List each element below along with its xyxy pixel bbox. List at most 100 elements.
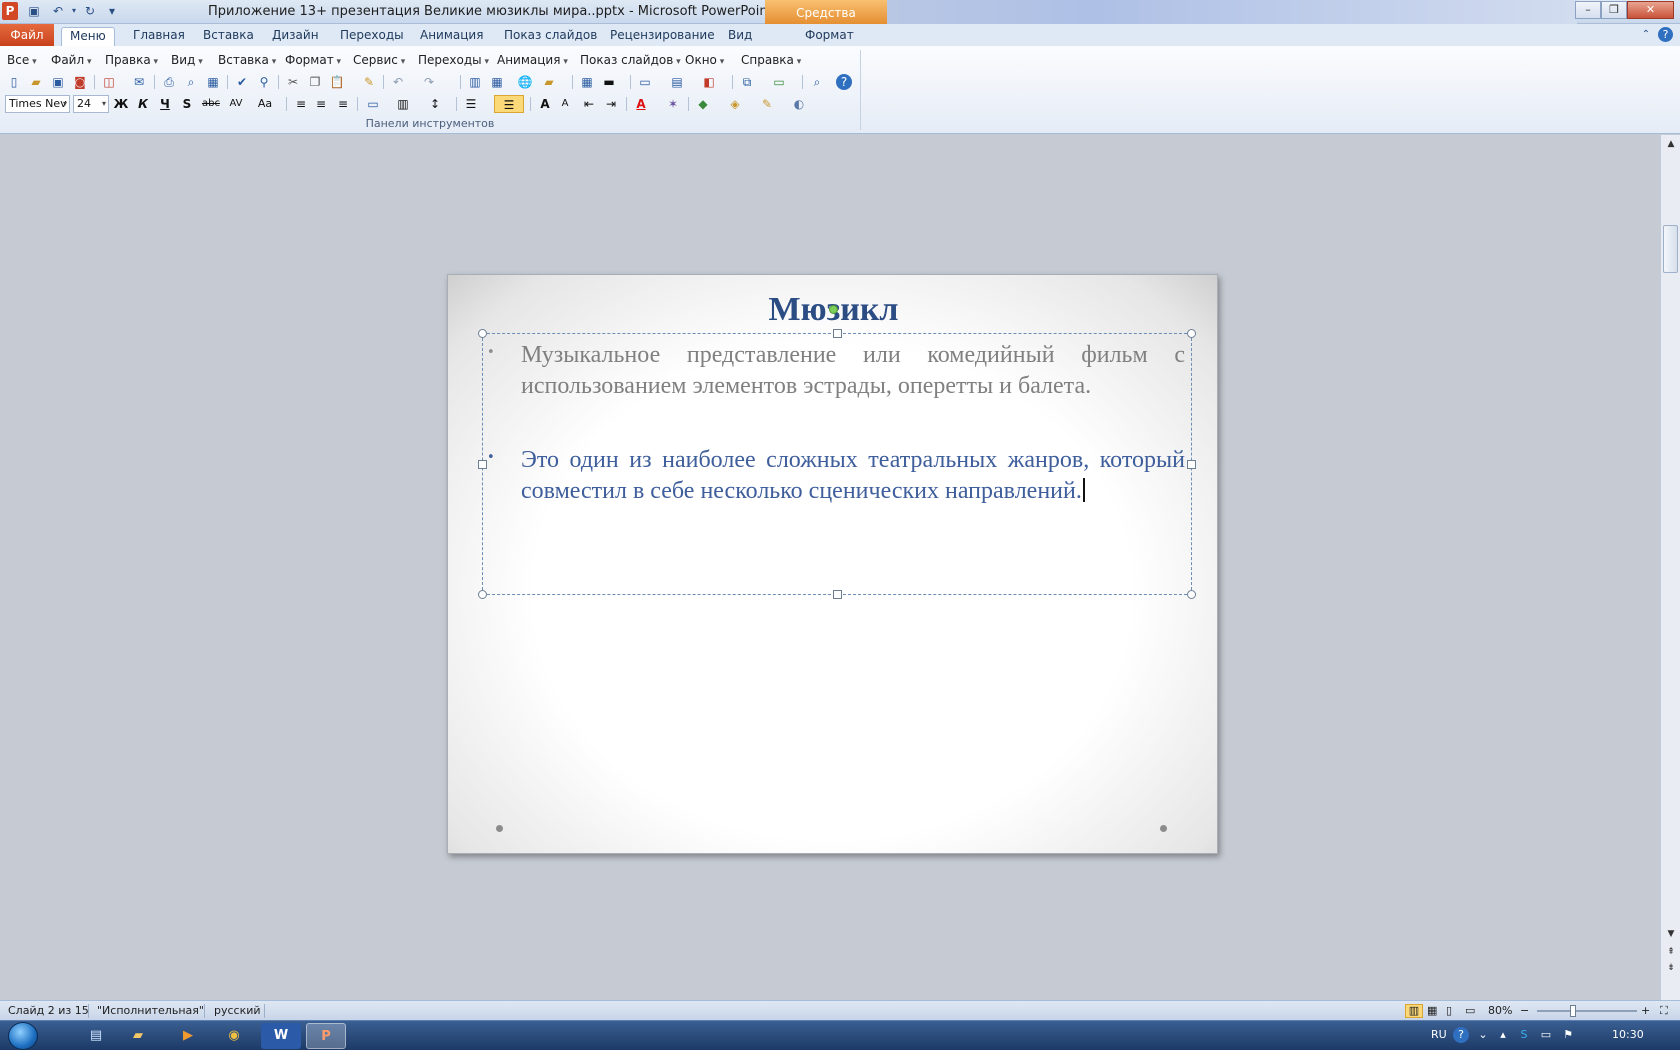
bullet-paragraph-1[interactable]: Музыкальное представление или комедийный… xyxy=(521,340,1185,402)
bullet-paragraph-2[interactable]: Это один из наиболее сложных театральных… xyxy=(521,445,1185,507)
print-icon[interactable]: ⎙ xyxy=(160,73,178,91)
menu-edit[interactable]: Правка xyxy=(105,50,158,72)
text-effects-icon[interactable]: ✶ xyxy=(664,95,682,113)
slide-layout-icon[interactable]: ▭ xyxy=(636,73,654,91)
new-file-icon[interactable]: ▯ xyxy=(5,73,23,91)
tab-animation[interactable]: Анимация xyxy=(412,27,491,46)
help-tray-icon[interactable]: ? xyxy=(1453,1027,1469,1043)
cut-icon[interactable]: ✂ xyxy=(284,73,302,91)
word-taskbar-icon[interactable]: W xyxy=(261,1023,301,1049)
new-slide-icon[interactable]: ⧉ xyxy=(738,73,756,91)
undo-icon[interactable]: ↶ xyxy=(50,3,66,19)
network-tray-icon[interactable]: ▭ xyxy=(1538,1027,1554,1043)
redo-icon[interactable]: ↻ xyxy=(82,3,98,19)
table-view-icon[interactable]: ▦ xyxy=(204,73,222,91)
menu-tools[interactable]: Сервис xyxy=(353,50,405,72)
vertical-scrollbar[interactable]: ▲ ▼ ⇞ ⇟ xyxy=(1660,135,1680,1000)
scrollbar-thumb[interactable] xyxy=(1663,225,1678,273)
copy-icon[interactable]: ❐ xyxy=(306,73,324,91)
save-icon[interactable]: ▣ xyxy=(26,3,42,19)
menu-slide-show[interactable]: Показ слайдов xyxy=(580,50,681,72)
hyperlink-icon[interactable]: 🌐 xyxy=(516,73,534,91)
character-spacing-button[interactable]: AV xyxy=(225,95,247,113)
change-case-button[interactable]: Aa xyxy=(254,95,276,113)
resize-handle-bottom-left[interactable] xyxy=(478,590,487,599)
shape-fill-icon[interactable]: ◈ xyxy=(726,95,744,113)
action-center-flag-icon[interactable]: ⚑ xyxy=(1560,1027,1576,1043)
clock[interactable]: 10:30 xyxy=(1612,1028,1644,1041)
bold-button[interactable]: Ж xyxy=(112,95,130,113)
tab-slide-show[interactable]: Показ слайдов xyxy=(496,27,605,46)
resize-handle-top[interactable] xyxy=(833,329,842,338)
print-preview-icon[interactable]: ⌕ xyxy=(182,73,200,91)
format-painter-icon[interactable]: ✎ xyxy=(360,73,378,91)
show-hidden-icons-icon[interactable]: ▴ xyxy=(1495,1027,1511,1043)
shape-styles-icon[interactable]: ◆ xyxy=(694,95,712,113)
tab-menu[interactable]: Меню xyxy=(61,27,115,46)
menu-all[interactable]: Все xyxy=(7,50,37,72)
help-icon[interactable]: ? xyxy=(1658,27,1673,42)
align-right-icon[interactable]: ≡ xyxy=(334,95,352,113)
align-left-icon[interactable]: ≡ xyxy=(292,95,310,113)
open-folder-icon[interactable]: ▰ xyxy=(27,73,45,91)
scroll-up-icon[interactable]: ▲ xyxy=(1664,137,1678,151)
menu-animation[interactable]: Анимация xyxy=(497,50,568,72)
italic-button[interactable]: К xyxy=(134,95,152,113)
normal-view-icon[interactable]: ▥ xyxy=(1405,1004,1423,1018)
bullets-button-icon[interactable]: ☰ xyxy=(494,95,524,113)
reading-view-icon[interactable]: ▯ xyxy=(1446,1004,1452,1017)
header-footer-icon[interactable]: ▬ xyxy=(600,73,618,91)
insert-picture-icon[interactable]: ▰ xyxy=(540,73,558,91)
minimize-ribbon-icon[interactable]: ⌃ xyxy=(1638,27,1654,43)
close-button[interactable]: ✕ xyxy=(1627,1,1674,19)
menu-view[interactable]: Вид xyxy=(171,50,203,72)
font-name-combo[interactable]: Times Nev ▾ xyxy=(5,95,70,113)
tray-menu-icon[interactable]: ⌄ xyxy=(1475,1027,1491,1043)
insert-table-icon[interactable]: ▦ xyxy=(488,73,506,91)
insert-chart-icon[interactable]: ▥ xyxy=(466,73,484,91)
tab-review[interactable]: Рецензирование xyxy=(602,27,723,46)
notepad-taskbar-icon[interactable]: ▤ xyxy=(76,1023,116,1049)
content-placeholder[interactable]: • Музыкальное представление или комедийн… xyxy=(478,329,1196,599)
slide-show-view-icon[interactable]: ▭ xyxy=(1465,1004,1475,1017)
input-language[interactable]: RU xyxy=(1431,1028,1447,1041)
font-size-combo[interactable]: 24 ▾ xyxy=(73,95,109,113)
zoom-out-button[interactable]: − xyxy=(1520,1004,1529,1017)
shadow-button[interactable]: S xyxy=(178,95,196,113)
tab-view[interactable]: Вид xyxy=(720,27,760,46)
customize-quick-access-icon[interactable]: ▾ xyxy=(104,3,120,19)
undo-dropdown-icon[interactable]: ▾ xyxy=(66,3,82,19)
start-button-icon[interactable] xyxy=(8,1022,38,1050)
email-icon[interactable]: ✉ xyxy=(130,73,148,91)
theme-name[interactable]: "Исполнительная" xyxy=(97,1004,204,1017)
menu-help[interactable]: Справка xyxy=(741,50,801,72)
underline-button[interactable]: Ч xyxy=(156,95,174,113)
grid-icon[interactable]: ▦ xyxy=(578,73,596,91)
media-player-taskbar-icon[interactable]: ▶ xyxy=(168,1023,208,1049)
powerpoint-logo-icon[interactable]: P xyxy=(2,2,18,20)
skype-tray-icon[interactable]: S xyxy=(1516,1027,1532,1043)
menu-transitions[interactable]: Переходы xyxy=(418,50,489,72)
research-icon[interactable]: ⚲ xyxy=(255,73,273,91)
tab-insert[interactable]: Вставка xyxy=(195,27,262,46)
increase-indent-icon[interactable]: ⇥ xyxy=(602,95,620,113)
resize-handle-left[interactable] xyxy=(478,460,487,469)
shape-effects-icon[interactable]: ◐ xyxy=(790,95,808,113)
menu-insert[interactable]: Вставка xyxy=(218,50,276,72)
zoom-level[interactable]: 80% xyxy=(1488,1004,1512,1017)
font-color-icon[interactable]: A xyxy=(632,95,650,113)
menu-window[interactable]: Окно xyxy=(685,50,724,72)
scroll-down-icon[interactable]: ▼ xyxy=(1664,927,1678,941)
color-scheme-icon[interactable]: ◧ xyxy=(700,73,718,91)
resize-handle-bottom[interactable] xyxy=(833,590,842,599)
zoom-slider-knob[interactable] xyxy=(1570,1005,1576,1017)
color-grayscale-icon[interactable]: ▤ xyxy=(668,73,686,91)
spelling-icon[interactable]: ✔ xyxy=(233,73,251,91)
slide[interactable]: Мюзикл • Музыкальное представление или к… xyxy=(447,274,1218,854)
help-icon[interactable]: ? xyxy=(836,74,852,90)
rotation-handle[interactable] xyxy=(829,305,838,314)
minimize-button[interactable]: – xyxy=(1575,1,1601,19)
restore-button[interactable]: ❐ xyxy=(1601,1,1627,19)
previous-slide-icon[interactable]: ⇞ xyxy=(1664,945,1678,959)
save-icon[interactable]: ▣ xyxy=(49,73,67,91)
